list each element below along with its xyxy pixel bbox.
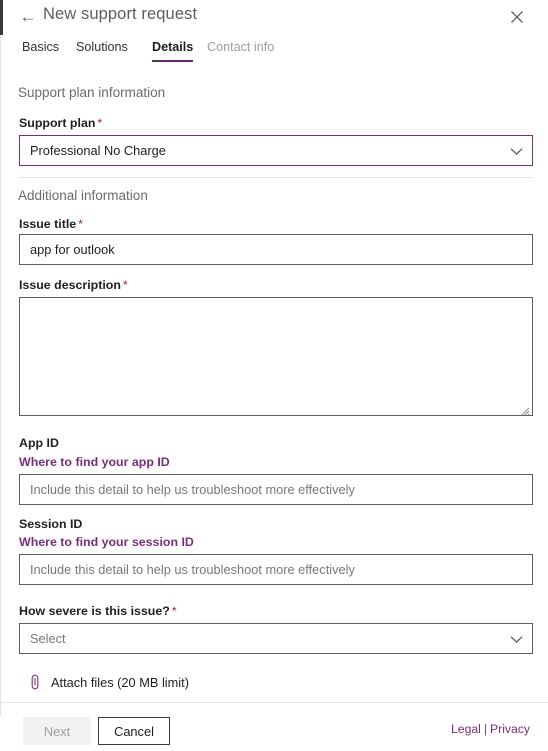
privacy-link[interactable]: Privacy — [490, 722, 530, 736]
severity-value: Select — [30, 631, 66, 646]
tab-solutions[interactable]: Solutions — [76, 40, 128, 62]
cancel-button-label: Cancel — [114, 723, 154, 739]
required-marker-severity: * — [171, 604, 177, 618]
footer-link-separator: | — [483, 722, 488, 736]
next-button-label: Next — [43, 723, 71, 739]
tab-contact-info[interactable]: Contact info — [207, 40, 274, 62]
paperclip-icon — [29, 674, 41, 690]
resize-handle-icon[interactable] — [520, 403, 530, 416]
form-content: Support plan information Support plan * P… — [1, 74, 548, 702]
label-issue-description: Issue description * — [19, 278, 128, 292]
tab-solutions-label: Solutions — [76, 40, 128, 54]
attach-files-button[interactable]: Attach files (20 MB limit) — [29, 674, 189, 690]
issue-description-textarea[interactable] — [19, 297, 533, 416]
label-issue-title: Issue title * — [19, 217, 83, 231]
footer-links: Legal | Privacy — [451, 722, 530, 736]
section-heading-additional: Additional information — [18, 188, 148, 203]
chevron-down-icon — [510, 143, 523, 158]
tab-details-label: Details — [152, 40, 194, 54]
tab-contact-info-label: Contact info — [207, 40, 275, 54]
tab-active-underline — [152, 60, 194, 62]
attach-files-label: Attach files (20 MB limit) — [51, 674, 189, 690]
panel-header: ← New support request — [0, 0, 548, 36]
issue-title-value: app for outlook — [30, 242, 115, 257]
required-marker-issue-title: * — [78, 217, 83, 231]
session-id-placeholder: Include this detail to help us troublesh… — [30, 562, 355, 577]
required-marker-support-plan: * — [97, 116, 103, 130]
tab-basics[interactable]: Basics — [22, 40, 59, 62]
tab-bar: Basics Solutions Details Contact info — [0, 40, 548, 70]
label-support-plan-text: Support plan — [19, 116, 96, 130]
section-divider — [19, 177, 533, 178]
back-arrow-icon[interactable]: ← — [18, 7, 38, 27]
cancel-button[interactable]: Cancel — [98, 717, 170, 745]
page-title: New support request — [43, 5, 198, 23]
required-marker-issue-description: * — [122, 278, 128, 292]
link-where-to-find-app-id[interactable]: Where to find your app ID — [19, 455, 170, 469]
tab-details[interactable]: Details — [152, 40, 194, 62]
issue-title-input[interactable]: app for outlook — [19, 234, 533, 265]
label-severity-text: How severe is this issue? — [19, 604, 170, 618]
tab-basics-label: Basics — [22, 40, 60, 54]
label-session-id: Session ID — [19, 517, 83, 531]
label-support-plan: Support plan * — [19, 116, 102, 130]
close-icon[interactable] — [506, 6, 528, 28]
new-support-request-panel: ← New support request Basics Solutions D… — [0, 0, 548, 751]
label-issue-title-text: Issue title — [19, 217, 77, 231]
label-app-id: App ID — [19, 436, 59, 450]
support-plan-value: Professional No Charge — [30, 143, 166, 158]
session-id-input[interactable]: Include this detail to help us troublesh… — [19, 554, 533, 585]
label-severity: How severe is this issue? * — [19, 604, 177, 618]
chevron-down-icon — [510, 631, 523, 646]
panel-footer: Next Cancel Legal | Privacy — [1, 702, 548, 751]
next-button[interactable]: Next — [23, 717, 91, 745]
link-where-to-find-session-id[interactable]: Where to find your session ID — [19, 535, 194, 549]
severity-dropdown[interactable]: Select — [19, 623, 533, 654]
label-issue-description-text: Issue description — [19, 278, 121, 292]
app-id-placeholder: Include this detail to help us troublesh… — [30, 482, 355, 497]
app-id-input[interactable]: Include this detail to help us troublesh… — [19, 474, 533, 505]
support-plan-dropdown[interactable]: Professional No Charge — [19, 135, 533, 166]
section-heading-support-plan: Support plan information — [18, 85, 166, 100]
legal-link[interactable]: Legal — [451, 722, 481, 736]
